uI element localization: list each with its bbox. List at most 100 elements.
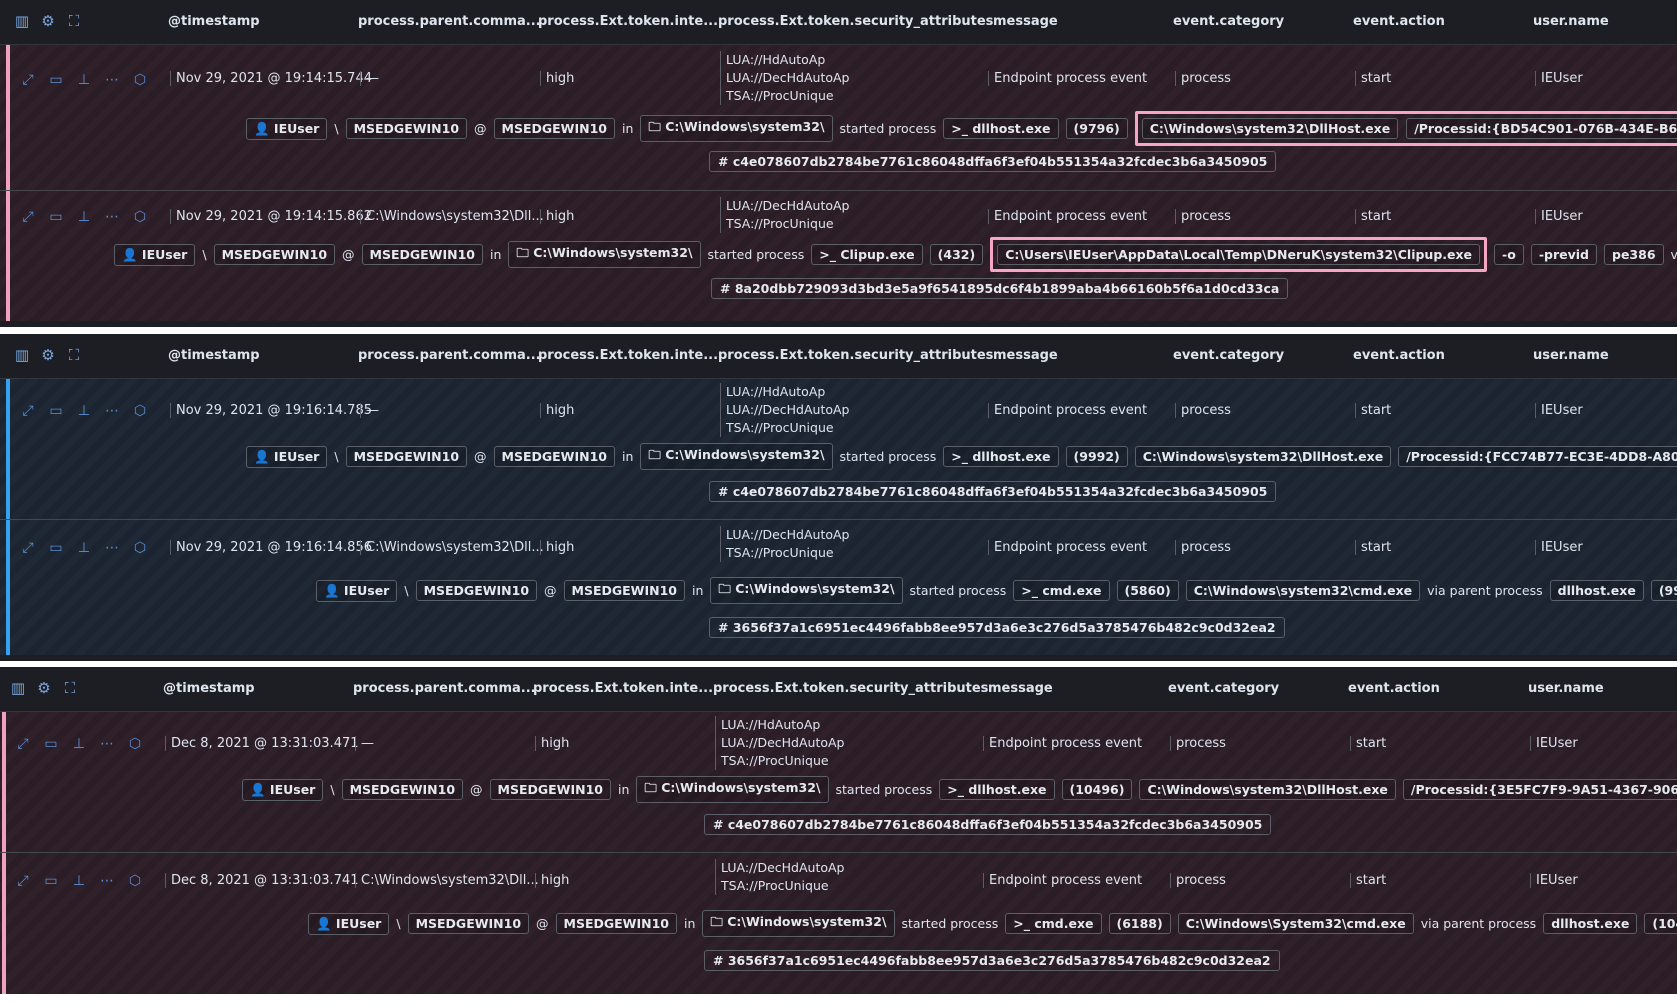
directory-token[interactable]: 🗀 C:\Windows\system32\	[636, 776, 829, 803]
column-header-parent-command[interactable]: process.parent.comma...	[358, 348, 541, 363]
column-header-event-action[interactable]: event.action	[1348, 681, 1440, 696]
column-header-token-integrity[interactable]: process.Ext.token.inte...	[533, 681, 713, 696]
pin-icon[interactable]: ⊥	[76, 403, 92, 419]
arg-token[interactable]: C:\Windows\system32\DllHost.exe	[1139, 779, 1396, 800]
column-header-message[interactable]: message	[993, 14, 1058, 29]
user-token[interactable]: 👤 IEUser	[308, 912, 390, 935]
columns-icon[interactable]: ▥	[14, 347, 30, 363]
process-token[interactable]: >_ dllhost.exe	[943, 446, 1059, 467]
arg-token[interactable]: C:\Windows\system32\cmd.exe	[1185, 580, 1421, 601]
arg-token[interactable]: /Processid:{FCC74B77-EC3E-4DD8-A80B-008A…	[1398, 446, 1677, 467]
expand-icon[interactable]: ⤢	[20, 72, 36, 88]
gear-icon[interactable]: ⚙	[40, 13, 56, 29]
arg-token[interactable]: C:\Windows\System32\cmd.exe	[1177, 913, 1414, 934]
more-icon[interactable]: ⋯	[104, 540, 120, 556]
pid-token[interactable]: (432)	[929, 244, 984, 265]
analyze-icon[interactable]: ⬡	[127, 873, 143, 889]
pid-token[interactable]: (9992)	[1065, 446, 1128, 467]
user-token[interactable]: 👤 IEUser	[114, 243, 196, 266]
directory-token[interactable]: 🗀 C:\Windows\system32\	[640, 443, 833, 470]
hash-token[interactable]: # c4e078607db2784be7761c86048dffa6f3ef04…	[709, 481, 1277, 502]
expand-icon[interactable]: ⤢	[20, 209, 36, 225]
comment-icon[interactable]: ▭	[48, 72, 64, 88]
hash-token[interactable]: # 3656f37a1c6951ec4496fabb8ee957d3a6e3c2…	[709, 617, 1285, 638]
analyze-icon[interactable]: ⬡	[132, 403, 148, 419]
column-header-security-attributes[interactable]: process.Ext.token.security_attributes	[718, 348, 993, 363]
more-icon[interactable]: ⋯	[104, 209, 120, 225]
hash-token[interactable]: # 3656f37a1c6951ec4496fabb8ee957d3a6e3c2…	[704, 950, 1280, 971]
pin-icon[interactable]: ⊥	[76, 209, 92, 225]
parent-process-token[interactable]: dllhost.exe	[1543, 913, 1638, 934]
process-token[interactable]: >_ dllhost.exe	[939, 779, 1055, 800]
analyze-icon[interactable]: ⬡	[132, 72, 148, 88]
comment-icon[interactable]: ▭	[43, 873, 59, 889]
more-icon[interactable]: ⋯	[104, 403, 120, 419]
host-token[interactable]: MSEDGEWIN10	[415, 580, 538, 601]
expand-icon[interactable]: ⤢	[20, 403, 36, 419]
host-token[interactable]: MSEDGEWIN10	[555, 913, 677, 934]
comment-icon[interactable]: ▭	[48, 540, 64, 556]
directory-token[interactable]: 🗀 C:\Windows\system32\	[508, 241, 701, 268]
process-token[interactable]: >_ Clipup.exe	[811, 244, 923, 265]
fullscreen-icon[interactable]: ⛶	[62, 680, 78, 696]
column-header-security-attributes[interactable]: process.Ext.token.security_attributes	[718, 14, 993, 29]
column-header-event-category[interactable]: event.category	[1168, 681, 1279, 696]
pid-token[interactable]: (9796)	[1065, 118, 1128, 139]
directory-token[interactable]: 🗀 C:\Windows\system32\	[640, 115, 833, 142]
host-token[interactable]: MSEDGEWIN10	[563, 580, 685, 601]
pid-token[interactable]: (10496)	[1061, 779, 1133, 800]
column-header-parent-command[interactable]: process.parent.comma...	[358, 14, 541, 29]
directory-token[interactable]: 🗀 C:\Windows\system32\	[702, 910, 895, 937]
column-header-event-action[interactable]: event.action	[1353, 348, 1445, 363]
hash-token[interactable]: # c4e078607db2784be7761c86048dffa6f3ef04…	[709, 151, 1277, 172]
parent-pid-token[interactable]: (10496)	[1644, 913, 1677, 934]
arg-token[interactable]: C:\Windows\system32\DllHost.exe	[1134, 446, 1392, 467]
expand-icon[interactable]: ⤢	[15, 736, 31, 752]
column-header-token-integrity[interactable]: process.Ext.token.inte...	[538, 14, 718, 29]
column-header-message[interactable]: message	[993, 348, 1058, 363]
column-header-user-name[interactable]: user.name	[1528, 681, 1604, 696]
comment-icon[interactable]: ▭	[48, 209, 64, 225]
pid-token[interactable]: (5860)	[1116, 580, 1179, 601]
user-token[interactable]: 👤 IEUser	[316, 579, 398, 602]
column-header-parent-command[interactable]: process.parent.comma...	[353, 681, 536, 696]
analyze-icon[interactable]: ⬡	[132, 209, 148, 225]
gear-icon[interactable]: ⚙	[36, 680, 52, 696]
user-token[interactable]: 👤 IEUser	[246, 445, 328, 468]
host-token[interactable]: MSEDGEWIN10	[493, 118, 615, 139]
hash-token[interactable]: # c4e078607db2784be7761c86048dffa6f3ef04…	[704, 814, 1272, 835]
user-token[interactable]: 👤 IEUser	[246, 117, 328, 140]
more-icon[interactable]: ⋯	[99, 873, 115, 889]
column-header-timestamp[interactable]: @timestamp	[163, 681, 255, 696]
arg-token[interactable]: C:\Windows\system32\DllHost.exe	[1141, 118, 1399, 139]
column-header-timestamp[interactable]: @timestamp	[168, 14, 260, 29]
process-token[interactable]: >_ cmd.exe	[1013, 580, 1110, 601]
hash-token[interactable]: # 8a20dbb729093d3bd3e5a9f6541895dc6f4b18…	[711, 278, 1289, 299]
arg-token[interactable]: pe386	[1604, 244, 1664, 265]
host-token[interactable]: MSEDGEWIN10	[345, 446, 468, 467]
process-token[interactable]: >_ cmd.exe	[1005, 913, 1102, 934]
process-token[interactable]: >_ dllhost.exe	[943, 118, 1059, 139]
more-icon[interactable]: ⋯	[99, 736, 115, 752]
host-token[interactable]: MSEDGEWIN10	[345, 118, 468, 139]
host-token[interactable]: MSEDGEWIN10	[493, 446, 615, 467]
arg-token[interactable]: /Processid:{3E5FC7F9-9A51-4367-9063-A120…	[1402, 779, 1677, 800]
pin-icon[interactable]: ⊥	[71, 873, 87, 889]
arg-token[interactable]: /Processid:{BD54C901-076B-434E-B6C7-17C5…	[1406, 118, 1677, 139]
column-header-token-integrity[interactable]: process.Ext.token.inte...	[538, 348, 718, 363]
fullscreen-icon[interactable]: ⛶	[66, 13, 82, 29]
host-token[interactable]: MSEDGEWIN10	[213, 244, 336, 265]
column-header-timestamp[interactable]: @timestamp	[168, 348, 260, 363]
arg-token[interactable]: -previd	[1530, 244, 1597, 265]
pin-icon[interactable]: ⊥	[71, 736, 87, 752]
analyze-icon[interactable]: ⬡	[127, 736, 143, 752]
parent-process-token[interactable]: dllhost.exe	[1549, 580, 1644, 601]
column-header-user-name[interactable]: user.name	[1533, 14, 1609, 29]
comment-icon[interactable]: ▭	[43, 736, 59, 752]
expand-icon[interactable]: ⤢	[20, 540, 36, 556]
arg-token[interactable]: C:\Users\IEUser\AppData\Local\Temp\DNeru…	[997, 244, 1481, 265]
expand-icon[interactable]: ⤢	[15, 873, 31, 889]
parent-pid-token[interactable]: (9992)	[1650, 580, 1677, 601]
column-header-message[interactable]: message	[988, 681, 1053, 696]
host-token[interactable]: MSEDGEWIN10	[489, 779, 611, 800]
